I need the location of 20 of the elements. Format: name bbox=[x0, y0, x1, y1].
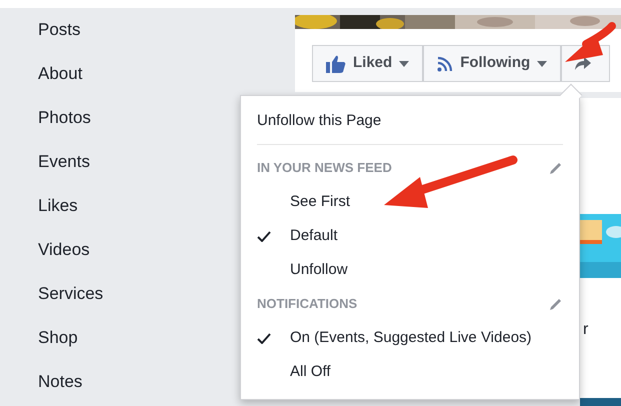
section-header: IN YOUR NEWS FEED bbox=[257, 159, 392, 178]
menu-option[interactable]: All Off bbox=[290, 360, 331, 384]
menu-option[interactable]: On (Events, Suggested Live Videos) bbox=[290, 326, 532, 350]
liked-button[interactable]: Liked bbox=[312, 45, 424, 82]
rss-icon bbox=[437, 56, 454, 72]
caret-icon bbox=[537, 60, 548, 66]
sidebar-item[interactable]: Posts bbox=[38, 20, 295, 64]
partial-text: r bbox=[583, 320, 588, 338]
menu-option[interactable]: See First bbox=[290, 190, 350, 214]
thumbs-up-icon bbox=[326, 54, 346, 72]
menu-option[interactable]: Default bbox=[290, 224, 338, 248]
annotation-arrow bbox=[565, 22, 616, 62]
card-background bbox=[580, 398, 621, 406]
pencil-icon[interactable] bbox=[549, 297, 563, 311]
caret-icon bbox=[399, 60, 410, 66]
share-arrow-icon bbox=[575, 56, 592, 70]
pencil-icon[interactable] bbox=[549, 161, 563, 175]
section-header: NOTIFICATIONS bbox=[257, 295, 358, 314]
following-button[interactable]: Following bbox=[423, 45, 562, 82]
menu-option[interactable]: Unfollow bbox=[290, 258, 348, 282]
